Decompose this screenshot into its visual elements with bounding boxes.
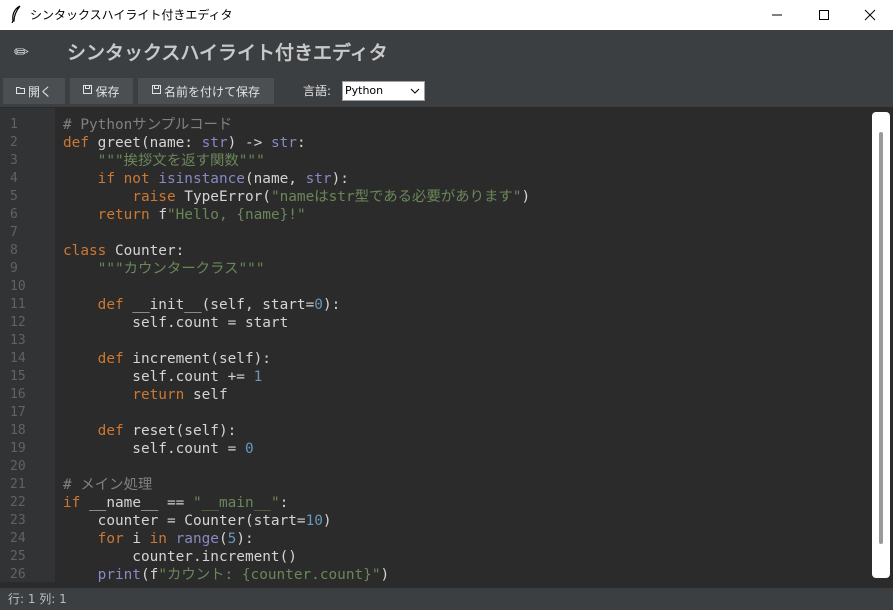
line-number: 10 (10, 279, 26, 294)
line-number: 21 (10, 477, 26, 492)
language-select[interactable]: Python (342, 81, 425, 101)
line-number: 5 (10, 189, 18, 204)
vertical-scrollbar[interactable] (871, 108, 893, 582)
code-line[interactable]: """カウンタークラス""" (63, 260, 265, 278)
line-number: 23 (10, 513, 26, 528)
code-line[interactable]: return self (63, 386, 227, 404)
window-title: シンタックスハイライト付きエディタ (30, 8, 233, 22)
line-number: 24 (10, 531, 26, 546)
line-number: 18 (10, 423, 26, 438)
open-button-label: 開く (27, 84, 52, 99)
code-line[interactable]: def increment(self): (63, 350, 271, 368)
line-number: 4 (10, 171, 18, 186)
line-number: 16 (10, 387, 26, 402)
window-titlebar: シンタックスハイライト付きエディタ (0, 0, 893, 30)
floppy-icon (151, 85, 161, 97)
status-bar: 行: 1 列: 1 (0, 588, 893, 610)
line-number-gutter: 1 2 3 4 5 6 7 8 9 10 11 12 13 14 15 16 17 18 19 20 21 22 23 24 2… (0, 108, 55, 582)
save-as-button-label: 名前を付けて保存 (163, 84, 260, 99)
maximize-icon (819, 10, 829, 20)
line-number: 3 (10, 153, 18, 168)
line-number: 19 (10, 441, 26, 456)
language-label: 言語: (303, 84, 332, 98)
floppy-icon (83, 85, 93, 97)
code-line[interactable]: def reset(self): (63, 422, 237, 440)
line-number: 12 (10, 315, 26, 330)
code-line[interactable]: self.count += 1 (63, 368, 262, 386)
line-number: 9 (10, 261, 18, 276)
code-line[interactable]: for i in range(5): (63, 530, 254, 548)
language-select-value: Python (345, 84, 384, 97)
line-number: 17 (10, 405, 26, 420)
minimize-button[interactable] (754, 0, 800, 30)
code-line[interactable]: class Counter: (63, 242, 184, 260)
line-number: 15 (10, 369, 26, 384)
code-line[interactable]: self.count = start (63, 314, 288, 332)
code-line[interactable]: raise TypeError("nameはstr型である必要があります") (63, 188, 530, 206)
save-button[interactable]: 保存 (70, 78, 133, 104)
line-number: 26 (10, 567, 26, 582)
toolbar: 開く 保存 名前を付けて保存 言語: Python (0, 76, 893, 107)
code-line[interactable]: """挨拶文を返す関数""" (63, 152, 265, 170)
line-number: 2 (10, 135, 18, 150)
pencil-icon: ✏ (14, 42, 30, 63)
code-line[interactable]: def __init__(self, start=0): (63, 296, 341, 314)
line-number: 7 (10, 225, 18, 240)
code-line[interactable]: if __name__ == "__main__": (63, 494, 288, 512)
line-number: 1 (10, 117, 18, 132)
code-editor[interactable]: 1 2 3 4 5 6 7 8 9 10 11 12 13 14 15 16 17 18 19 20 21 22 23 24 2… (0, 108, 870, 582)
open-button[interactable]: 開く (3, 78, 65, 104)
code-line[interactable]: counter = Counter(start=10) (63, 512, 332, 530)
scrollbar-thumb[interactable] (879, 132, 883, 544)
maximize-button[interactable] (801, 0, 847, 30)
line-number: 22 (10, 495, 26, 510)
code-line[interactable]: counter.increment() (63, 548, 297, 566)
line-number: 11 (10, 297, 26, 312)
close-icon (864, 9, 876, 21)
code-line[interactable]: self.count = 0 (63, 440, 253, 458)
line-number: 20 (10, 459, 26, 474)
close-button[interactable] (847, 0, 893, 30)
code-line[interactable]: if not isinstance(name, str): (63, 170, 349, 188)
app-title: シンタックスハイライト付きエディタ (67, 42, 388, 64)
code-line[interactable]: print(f"カウント: {counter.count}") (63, 566, 390, 582)
line-number: 14 (10, 351, 26, 366)
scrollbar-track[interactable] (872, 112, 890, 578)
line-number: 25 (10, 549, 26, 564)
line-number: 13 (10, 333, 26, 348)
line-number: 6 (10, 207, 18, 222)
feather-icon (10, 5, 26, 25)
save-button-label: 保存 (95, 84, 120, 99)
folder-icon (15, 86, 25, 97)
line-number: 8 (10, 243, 18, 258)
chevron-down-icon (410, 82, 420, 107)
minimize-icon (772, 14, 782, 16)
code-line[interactable]: # Pythonサンプルコード (63, 116, 232, 134)
code-line[interactable]: return f"Hello, {name}!" (63, 206, 306, 224)
code-line[interactable]: # メイン処理 (63, 476, 152, 494)
code-line[interactable]: def greet(name: str) -> str: (63, 134, 306, 152)
cursor-position: 行: 1 列: 1 (8, 592, 67, 606)
save-as-button[interactable]: 名前を付けて保存 (138, 78, 274, 104)
app-header: ✏ シンタックスハイライト付きエディタ (0, 30, 893, 76)
